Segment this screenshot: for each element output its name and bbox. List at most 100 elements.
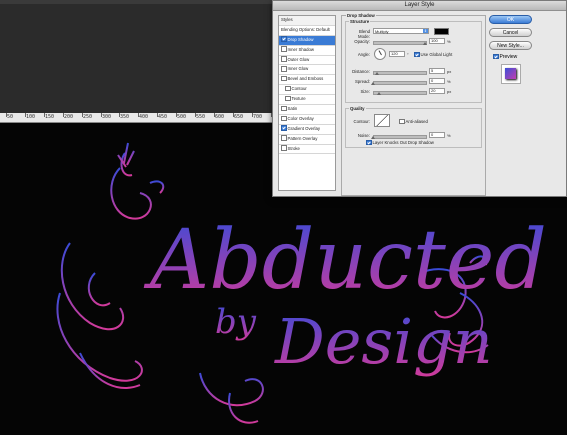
styles-list[interactable]: Styles Blending Options: Default Drop Sha… bbox=[278, 15, 336, 191]
angle-input[interactable]: 120 bbox=[389, 51, 405, 57]
styles-list-item-label: Gradient Overlay bbox=[287, 125, 320, 131]
artwork-title-line2: by bbox=[215, 302, 257, 342]
styles-list-item[interactable]: Bevel and Emboss bbox=[279, 75, 335, 86]
checkbox-checked-icon[interactable] bbox=[281, 36, 287, 42]
ruler-label: 700 bbox=[253, 114, 263, 120]
anti-aliased-checkbox[interactable]: Anti-aliased bbox=[399, 118, 428, 125]
checkbox-checked-icon bbox=[493, 53, 499, 59]
opacity-slider[interactable] bbox=[373, 41, 427, 45]
distance-input[interactable]: 5 bbox=[429, 68, 445, 74]
styles-list-item[interactable]: Pattern Overlay bbox=[279, 135, 335, 145]
noise-slider[interactable] bbox=[373, 135, 427, 139]
opacity-input[interactable]: 100 bbox=[429, 38, 445, 44]
ruler-label: 200 bbox=[64, 114, 74, 120]
preview-checkbox[interactable]: Preview bbox=[493, 53, 518, 61]
checkbox-unchecked-icon[interactable] bbox=[281, 135, 287, 141]
checkbox-unchecked-icon[interactable] bbox=[281, 56, 287, 62]
angle-dial[interactable] bbox=[374, 48, 386, 60]
styles-list-item-label: Bevel and Emboss bbox=[287, 76, 324, 82]
checkbox-unchecked-icon[interactable] bbox=[285, 85, 291, 92]
contour-label: Contour: bbox=[353, 119, 370, 124]
styles-list-item-label: Stroke bbox=[287, 145, 300, 151]
contour-picker[interactable] bbox=[374, 114, 390, 127]
drop-shadow-legend: Drop Shadow bbox=[346, 13, 376, 18]
styles-list-item-label: Inner Shadow bbox=[287, 46, 315, 52]
checkbox-checked-icon bbox=[366, 139, 372, 146]
checkbox-unchecked-icon[interactable] bbox=[281, 115, 287, 122]
checkbox-unchecked-icon[interactable] bbox=[281, 46, 287, 52]
styles-list-item[interactable]: Outer Glow bbox=[279, 56, 335, 66]
preview-label: Preview bbox=[499, 54, 518, 61]
checkbox-unchecked-icon[interactable] bbox=[281, 105, 287, 112]
checkbox-checked-icon[interactable] bbox=[281, 125, 287, 131]
checkbox-unchecked-icon[interactable] bbox=[285, 95, 291, 102]
layer-style-dialog[interactable]: Layer Style Styles Blending Options: Def… bbox=[272, 0, 567, 197]
opacity-slider-thumb[interactable] bbox=[423, 42, 427, 45]
new-style-button[interactable]: New Style... bbox=[489, 41, 532, 50]
artwork-title-line1: Abducted bbox=[143, 213, 547, 308]
styles-list-item[interactable]: Satin bbox=[279, 105, 335, 115]
styles-list-header[interactable]: Styles bbox=[279, 16, 335, 26]
anti-aliased-label: Anti-aliased bbox=[405, 119, 428, 124]
spread-input[interactable]: 0 bbox=[429, 78, 445, 84]
styles-list-item[interactable]: Inner Shadow bbox=[279, 46, 335, 56]
styles-list-item-label: Blending Options: Default bbox=[281, 26, 330, 32]
knockout-label: Layer Knocks Out Drop Shadow bbox=[372, 140, 434, 145]
angle-label: Angle: bbox=[357, 52, 370, 57]
styles-list-item-label: Satin bbox=[287, 106, 298, 112]
ruler-label: 400 bbox=[139, 114, 149, 120]
size-input[interactable]: 20 bbox=[429, 88, 445, 94]
size-slider-thumb[interactable] bbox=[377, 92, 381, 95]
ruler-label: 300 bbox=[102, 114, 112, 120]
spread-label: Spread: bbox=[354, 79, 370, 84]
styles-list-item[interactable]: Stroke bbox=[279, 145, 335, 155]
global-light-checkbox[interactable]: Use Global Light bbox=[414, 51, 453, 58]
structure-legend: Structure bbox=[349, 19, 371, 24]
ruler-label: 250 bbox=[83, 114, 93, 120]
checkbox-unchecked-icon[interactable] bbox=[281, 145, 287, 151]
opacity-unit: % bbox=[447, 39, 451, 44]
checkbox-unchecked-icon[interactable] bbox=[281, 75, 287, 82]
checkbox-unchecked-icon[interactable] bbox=[281, 66, 287, 72]
styles-list-item-label: Outer Glow bbox=[287, 56, 310, 62]
blend-mode-value: Multiply bbox=[375, 29, 389, 34]
ruler-label: 350 bbox=[120, 114, 130, 120]
noise-input[interactable]: 0 bbox=[429, 132, 445, 138]
dialog-title[interactable]: Layer Style bbox=[273, 1, 566, 11]
spread-slider[interactable] bbox=[373, 81, 427, 85]
ruler-label: 450 bbox=[158, 114, 168, 120]
styles-list-item[interactable]: Color Overlay bbox=[279, 115, 335, 125]
quality-legend: Quality bbox=[349, 106, 366, 111]
styles-list-item[interactable]: Blending Options: Default bbox=[279, 26, 335, 36]
ok-button[interactable]: OK bbox=[489, 15, 532, 24]
distance-label: Distance: bbox=[352, 69, 370, 74]
checkbox-unchecked-icon bbox=[399, 118, 405, 125]
noise-label: Noise: bbox=[357, 133, 370, 138]
distance-slider-thumb[interactable] bbox=[375, 72, 379, 75]
global-light-label: Use Global Light bbox=[420, 52, 453, 57]
size-slider[interactable] bbox=[373, 91, 427, 95]
angle-unit: ° bbox=[407, 52, 409, 57]
options-bar bbox=[0, 0, 272, 4]
spread-unit: % bbox=[447, 79, 451, 84]
spread-slider-thumb[interactable] bbox=[371, 82, 375, 85]
styles-list-item[interactable]: Inner Glow bbox=[279, 65, 335, 76]
noise-slider-thumb[interactable] bbox=[371, 136, 375, 139]
knockout-checkbox[interactable]: Layer Knocks Out Drop Shadow bbox=[366, 139, 434, 146]
drop-shadow-section: Drop Shadow Structure Blend Mode: Multip… bbox=[341, 13, 486, 196]
styles-list-item-label: Color Overlay bbox=[287, 115, 314, 121]
styles-list-item[interactable]: Texture bbox=[279, 95, 335, 106]
ruler-label: 500 bbox=[177, 114, 187, 120]
styles-list-item[interactable]: Gradient Overlay bbox=[279, 125, 335, 135]
shadow-color-swatch[interactable] bbox=[434, 28, 449, 35]
size-label: Size: bbox=[360, 89, 370, 94]
cancel-button[interactable]: Cancel bbox=[489, 28, 532, 37]
styles-list-item[interactable]: Drop Shadow bbox=[279, 35, 335, 46]
styles-list-item-label: Pattern Overlay bbox=[287, 135, 318, 141]
styles-list-item[interactable]: Contour bbox=[279, 85, 335, 96]
blend-mode-select[interactable]: Multiply ⇕ bbox=[373, 28, 429, 34]
opacity-label: Opacity: bbox=[354, 39, 370, 44]
ruler-label: 50 bbox=[7, 114, 14, 120]
noise-unit: % bbox=[447, 133, 451, 138]
distance-slider[interactable] bbox=[373, 71, 427, 75]
